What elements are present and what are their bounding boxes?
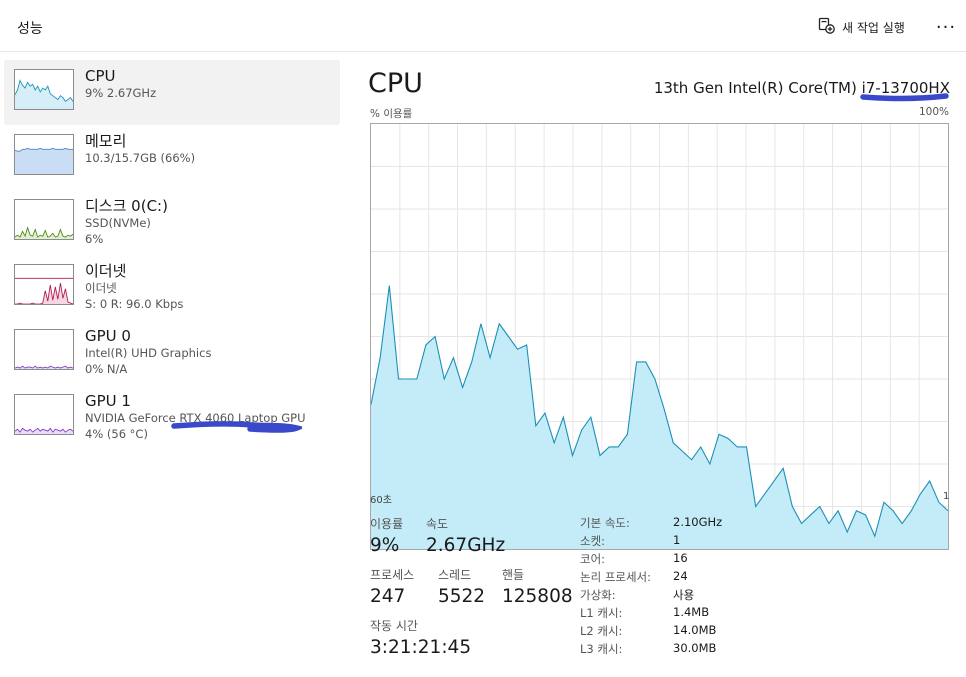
speed-label: 속도 <box>426 517 449 531</box>
sidebar-item-memory[interactable]: 메모리 10.3/15.7GB (66%) <box>4 125 340 190</box>
spec-label: 코어: <box>580 552 606 566</box>
spec-label: 논리 프로세서: <box>580 570 652 584</box>
handles-value: 125808 <box>502 586 573 607</box>
sidebar-item-detail: 이더넷 <box>85 281 117 295</box>
cpu-model-name: 13th Gen Intel(R) Core(TM) i7-13700HX <box>653 79 950 97</box>
handles-label: 핸들 <box>502 568 525 582</box>
new-task-icon <box>818 17 835 37</box>
spec-value: 사용 <box>673 588 695 602</box>
x-axis-start-label: 60초 <box>370 495 392 506</box>
title-bar: 성능 새 작업 실행 ··· <box>0 0 966 52</box>
utilization-value: 9% <box>370 535 400 556</box>
detail-title: CPU <box>368 68 423 99</box>
memory-thumbnail-graph <box>14 134 74 175</box>
sidebar-item-gpu1[interactable]: GPU 1 NVIDIA GeForce RTX 4060 Laptop GPU… <box>4 385 340 450</box>
spec-value: 24 <box>673 569 688 583</box>
threads-label: 스레드 <box>438 568 472 582</box>
run-new-task-label: 새 작업 실행 <box>842 20 905 35</box>
sidebar-item-detail-2: 0% N/A <box>85 361 128 376</box>
x-axis-end-label: 1 <box>943 491 950 502</box>
spec-label: L2 캐시: <box>580 624 623 638</box>
spec-value: 16 <box>673 551 688 565</box>
uptime-label: 작동 시간 <box>370 619 418 633</box>
spec-label: 가상화: <box>580 588 616 602</box>
spec-label: 소켓: <box>580 534 606 548</box>
utilization-label: 이용률 <box>370 517 404 531</box>
resource-sidebar: CPU 9% 2.67GHz 메모리 10.3/15.7GB (66%) 디스크… <box>4 60 340 450</box>
uptime-value: 3:21:21:45 <box>370 637 472 658</box>
spec-value: 1.4MB <box>673 605 710 619</box>
processes-value: 247 <box>370 586 406 607</box>
utilization-axis-label: % 이용률 <box>370 108 413 120</box>
sidebar-item-label: GPU 1 <box>85 392 131 410</box>
sidebar-item-detail-2: S: 0 R: 96.0 Kbps <box>85 296 184 311</box>
disk-thumbnail-graph <box>14 199 74 240</box>
sidebar-item-detail: 10.3/15.7GB (66%) <box>85 151 196 165</box>
sidebar-item-detail: 9% 2.67GHz <box>85 86 157 100</box>
gpu1-thumbnail-graph <box>14 394 74 435</box>
spec-value: 30.0MB <box>673 641 717 655</box>
spec-value: 2.10GHz <box>673 515 723 529</box>
ethernet-thumbnail-graph <box>14 264 74 305</box>
spec-value: 1 <box>673 533 681 547</box>
sidebar-item-detail: SSD(NVMe) <box>85 216 151 230</box>
sidebar-item-disk[interactable]: 디스크 0(C:) SSD(NVMe) 6% <box>4 190 340 255</box>
run-new-task-button[interactable]: 새 작업 실행 <box>812 14 911 40</box>
processes-label: 프로세스 <box>370 568 415 582</box>
sidebar-item-label: 디스크 0(C:) <box>85 197 168 215</box>
spec-label: L1 캐시: <box>580 606 623 620</box>
cpu-utilization-graph <box>370 123 949 550</box>
speed-value: 2.67GHz <box>426 535 506 556</box>
sidebar-item-detail-2: 6% <box>85 231 104 246</box>
sidebar-item-label: GPU 0 <box>85 327 131 345</box>
sidebar-item-label: 메모리 <box>85 132 127 150</box>
sidebar-item-ethernet[interactable]: 이더넷 이더넷 S: 0 R: 96.0 Kbps <box>4 255 340 320</box>
more-options-button[interactable]: ··· <box>930 14 962 40</box>
spec-label: 기본 속도: <box>580 516 630 530</box>
sidebar-item-label: 이더넷 <box>85 262 127 280</box>
spec-value: 14.0MB <box>673 623 717 637</box>
gpu0-thumbnail-graph <box>14 329 74 370</box>
sidebar-item-label: CPU <box>85 67 116 85</box>
threads-value: 5522 <box>438 586 486 607</box>
sidebar-item-detail: Intel(R) UHD Graphics <box>85 346 212 360</box>
sidebar-item-cpu[interactable]: CPU 9% 2.67GHz <box>4 60 340 125</box>
cpu-thumbnail-graph <box>14 69 74 110</box>
page-title: 성능 <box>17 21 43 37</box>
sidebar-item-detail: NVIDIA GeForce RTX 4060 Laptop GPU <box>85 411 306 425</box>
sidebar-item-gpu0[interactable]: GPU 0 Intel(R) UHD Graphics 0% N/A <box>4 320 340 385</box>
y-axis-max-label: 100% <box>918 106 949 118</box>
sidebar-item-detail-2: 4% (56 °C) <box>85 426 148 441</box>
spec-label: L3 캐시: <box>580 642 623 656</box>
